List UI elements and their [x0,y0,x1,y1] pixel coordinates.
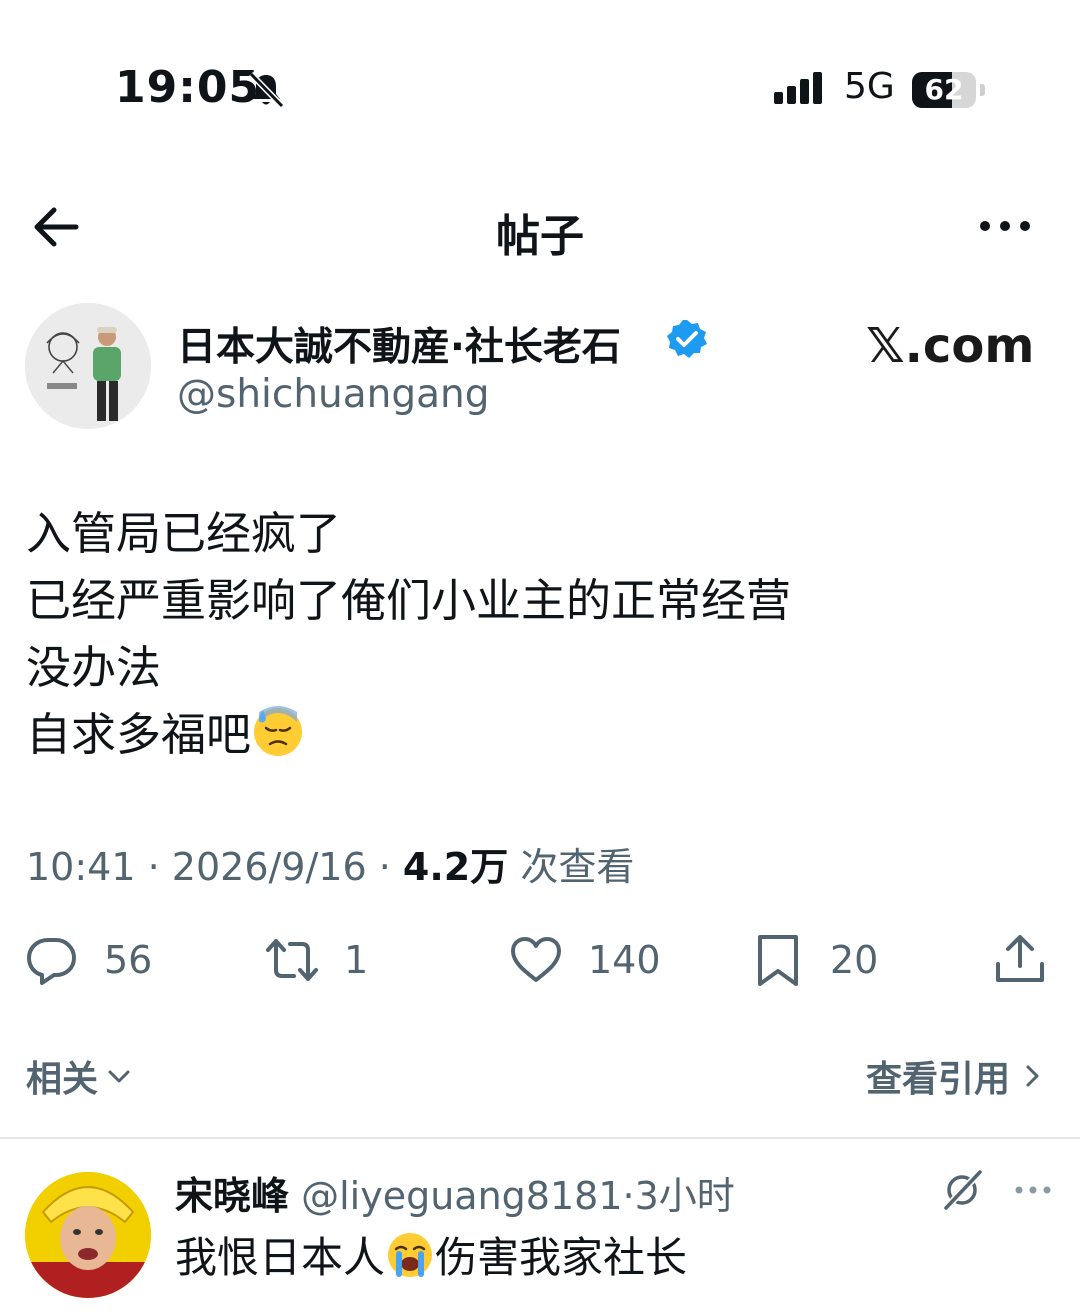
like-count: 140 [588,938,661,982]
author-name[interactable]: 日本大誠不動産·社长老石 [177,316,621,372]
reply-more-icon[interactable] [1014,1182,1052,1198]
reply-icon [27,938,76,985]
repost-count: 1 [344,938,369,982]
share-icon [996,935,1044,982]
reply-avatar-image [25,1172,151,1298]
post-line: 入管局已经疯了 [26,507,342,560]
loudly-crying-face-icon [388,1233,433,1277]
view-quotes-label: 查看引用 [865,1059,1010,1100]
grok-icon[interactable] [940,1168,984,1212]
post-line: 自求多福吧 [26,708,252,761]
status-time: 19:05 [115,62,261,113]
post-date: 2026/9/16 [171,845,367,889]
meta-separator: · [147,845,160,889]
heart-icon [511,937,561,982]
view-label: 次查看 [520,845,635,889]
meta-separator: · [622,1174,635,1218]
chevron-right-icon [1026,1065,1039,1087]
author-avatar[interactable] [25,303,151,429]
reply-header: 宋晓峰 @liyeguang8181·3小时 [175,1165,735,1220]
reply-text-before: 我恨日本人 [175,1233,386,1282]
signal-icon [774,72,822,104]
reply-text-after: 伤害我家社长 [435,1233,688,1282]
bookmark-icon [758,935,798,986]
repost-icon [266,939,318,981]
more-options-icon[interactable] [976,208,1034,244]
post-meta: 10:41 · 2026/9/16 · 4.2万 次查看 [26,836,634,891]
avatar-image [25,303,151,429]
bookmark-button[interactable]: 20 [750,928,878,992]
reply-text: 我恨日本人 伤害我家社长 [175,1224,687,1285]
post-time: 10:41 [26,845,136,889]
author-handle[interactable]: @shichuangang [177,372,490,417]
reply-count: 56 [104,938,153,982]
related-label: 相关 [26,1059,99,1100]
page-title: 帖子 [496,211,584,262]
share-button[interactable] [992,928,1048,992]
downcast-face-with-sweat-icon [254,706,303,756]
bookmark-count: 20 [830,938,879,982]
post-line: 已经严重影响了俺们小业主的正常经营 [26,574,792,627]
bell-muted-icon [248,71,285,109]
network-type: 5G [844,66,895,107]
view-count: 4.2万 [402,845,509,889]
like-button[interactable]: 140 [508,928,661,992]
reply-button[interactable]: 56 [24,928,152,992]
verified-badge-icon [667,320,707,358]
x-com-watermark: 𝕏.com [866,318,1035,374]
reply-author-handle[interactable]: @liyeguang8181 [301,1174,622,1218]
meta-separator: · [378,845,391,889]
reply-time: 3小时 [634,1174,735,1218]
view-quotes-link[interactable]: 查看引用 [866,1050,1046,1102]
repost-button[interactable]: 1 [264,928,368,992]
battery-percent: 62 [924,73,964,106]
section-divider [0,1137,1080,1139]
reply-author-name[interactable]: 宋晓峰 [175,1174,289,1218]
battery-icon: 62 [912,72,988,108]
post-body: 入管局已经疯了 已经严重影响了俺们小业主的正常经营 没办法 自求多福吧 [26,500,791,768]
reply-avatar[interactable] [25,1172,151,1298]
post-line: 没办法 [26,641,162,694]
related-toggle[interactable]: 相关 [26,1050,134,1102]
post-line-last: 自求多福吧 [26,701,791,768]
chevron-down-icon [108,1070,130,1083]
